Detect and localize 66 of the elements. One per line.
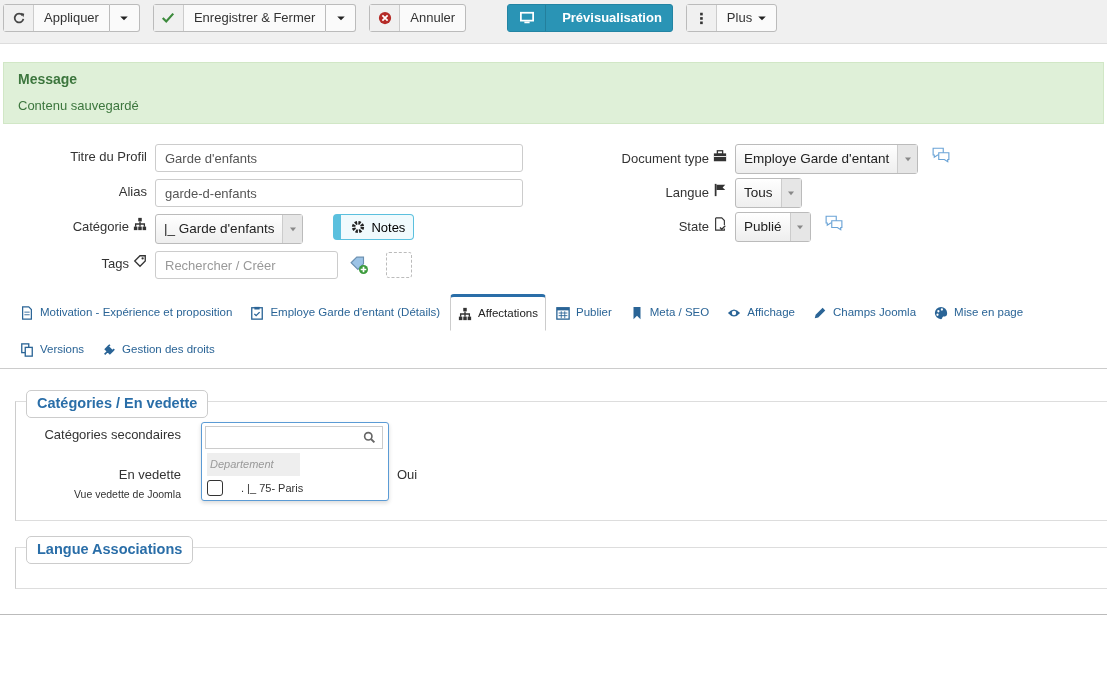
palette-icon bbox=[934, 305, 949, 320]
copy-icon bbox=[20, 342, 34, 357]
tab[interactable]: Employe Garde d'entant (Détails) bbox=[242, 294, 449, 332]
toolbar-button[interactable]: Annuler bbox=[369, 4, 467, 32]
dropdown-toggle[interactable] bbox=[326, 4, 357, 32]
refresh-icon bbox=[11, 11, 26, 25]
tab[interactable]: Motivation - Expérience et proposition bbox=[12, 294, 241, 332]
field-label: Titre du Profil bbox=[70, 148, 147, 167]
tags-icon bbox=[133, 254, 147, 269]
field-label: State bbox=[678, 218, 709, 237]
document-icon bbox=[20, 305, 34, 320]
search-field[interactable] bbox=[205, 426, 383, 450]
pencil-icon bbox=[812, 305, 827, 320]
comments-icon bbox=[824, 213, 843, 232]
field-description: Vue vedette de Joomla bbox=[73, 487, 181, 503]
fieldset-legend: Langue Associations bbox=[26, 536, 194, 565]
document-check-icon bbox=[713, 217, 727, 232]
field-label: Catégories secondaires bbox=[43, 426, 181, 445]
empty-tag-slot[interactable] bbox=[386, 252, 412, 279]
tab[interactable]: Gestion des droits bbox=[94, 331, 223, 369]
briefcase-icon bbox=[713, 149, 727, 164]
gear-icon bbox=[351, 220, 366, 235]
clipboard-check-icon bbox=[250, 305, 265, 320]
cancel-icon bbox=[377, 11, 392, 25]
tag-add-icon bbox=[350, 256, 368, 275]
category-select[interactable]: |_ Garde d'enfants bbox=[155, 214, 304, 245]
toolbar-button[interactable]: Appliquer bbox=[3, 4, 110, 32]
featured-value: Oui bbox=[397, 465, 418, 484]
tab[interactable]: Mise en page bbox=[926, 294, 1032, 332]
monitor-icon bbox=[519, 11, 534, 25]
calendar-icon bbox=[555, 305, 570, 320]
more-menu-button[interactable]: Plus bbox=[685, 4, 778, 32]
toolbar-button[interactable]: Enregistrer & Fermer bbox=[152, 4, 327, 32]
field-label: Alias bbox=[118, 183, 147, 202]
message-text: Contenu sauvegardé bbox=[18, 96, 140, 115]
field-label: Tags bbox=[101, 255, 129, 274]
tab[interactable]: Publier bbox=[547, 294, 620, 332]
select-field[interactable]: Publié bbox=[735, 212, 811, 243]
preview-button[interactable]: Prévisualisation bbox=[507, 4, 673, 32]
flag-icon bbox=[713, 183, 727, 198]
search-icon bbox=[363, 431, 376, 445]
tab[interactable]: Champs Joomla bbox=[804, 294, 925, 332]
tab[interactable]: Versions bbox=[12, 331, 93, 369]
dropdown-toggle[interactable] bbox=[109, 4, 140, 32]
field-label: Catégorie bbox=[72, 218, 129, 237]
tab[interactable]: Meta / SEO bbox=[621, 294, 718, 332]
hierarchy-icon bbox=[133, 217, 147, 232]
option-group-label: Departement bbox=[207, 453, 300, 476]
tab[interactable]: Affichage bbox=[719, 294, 803, 332]
text-field[interactable]: Garde d'enfants bbox=[155, 144, 523, 173]
notes-button[interactable]: Notes bbox=[333, 214, 415, 241]
field-label: En vedette bbox=[117, 465, 181, 484]
plug-icon bbox=[102, 342, 117, 357]
comments-icon bbox=[932, 145, 951, 164]
fieldset-legend: Catégories / En vedette bbox=[26, 390, 209, 419]
select-field[interactable]: Tous bbox=[735, 178, 802, 209]
checkbox[interactable] bbox=[207, 480, 223, 497]
option-label[interactable]: . |_ 75- Paris bbox=[241, 479, 304, 497]
field-label: Langue bbox=[665, 184, 709, 203]
select-field[interactable]: Employe Garde d'entant bbox=[735, 144, 919, 175]
message-heading: Message bbox=[18, 71, 79, 88]
hierarchy-icon bbox=[458, 306, 473, 321]
tab[interactable]: Affectations bbox=[450, 294, 546, 332]
check-icon bbox=[161, 11, 176, 25]
text-field[interactable]: garde-d-enfants bbox=[155, 179, 523, 208]
field-label: Document type bbox=[621, 150, 709, 169]
